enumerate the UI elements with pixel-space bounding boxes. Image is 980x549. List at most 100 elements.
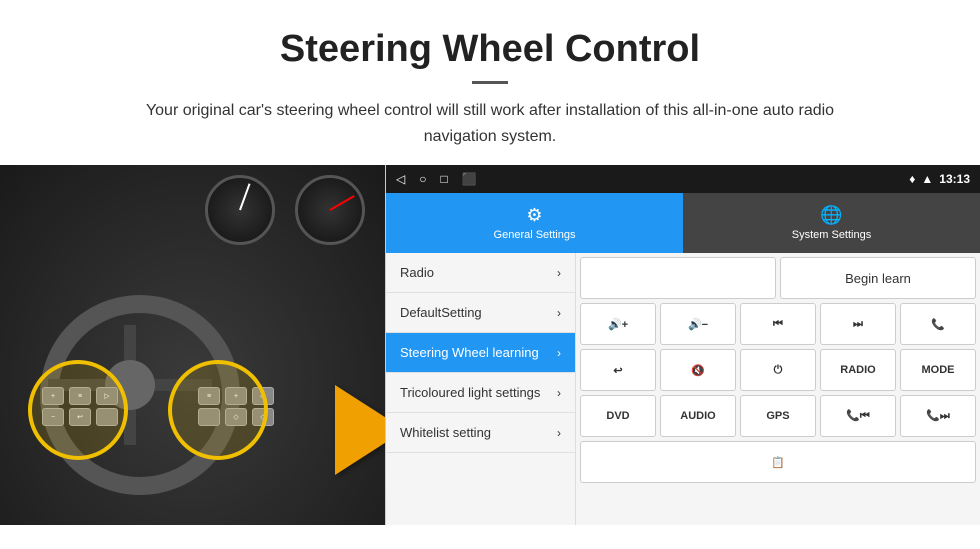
tab-system-label: System Settings	[792, 229, 871, 241]
header-divider	[472, 81, 508, 84]
next-track-icon: ⏭	[853, 318, 863, 331]
time-display: 13:13	[939, 172, 970, 186]
page-wrapper: Steering Wheel Control Your original car…	[0, 0, 980, 525]
list-button[interactable]: 📋	[580, 441, 976, 483]
menu-item-radio-label: Radio	[400, 265, 434, 280]
phone-prev-button[interactable]: 📞⏮	[820, 395, 896, 437]
menu-item-default-label: DefaultSetting	[400, 305, 482, 320]
tab-general-settings[interactable]: ⚙ General Settings	[386, 193, 683, 253]
control-row-1: Begin learn	[580, 257, 976, 299]
chevron-icon-tricoloured: ›	[557, 386, 561, 400]
back-call-button[interactable]: ↩	[580, 349, 656, 391]
menu-item-default[interactable]: DefaultSetting ›	[386, 293, 575, 333]
sw-btn-12: ◇	[252, 408, 274, 426]
recent-icon: □	[440, 172, 447, 186]
menu-item-tricoloured[interactable]: Tricoloured light settings ›	[386, 373, 575, 413]
mute-button[interactable]: 🔇	[660, 349, 736, 391]
sw-btn-3: ▷	[96, 387, 118, 405]
empty-input-box	[580, 257, 776, 299]
back-call-icon: ↩	[613, 364, 622, 377]
audio-button[interactable]: AUDIO	[660, 395, 736, 437]
gps-button[interactable]: GPS	[740, 395, 816, 437]
dvd-button[interactable]: DVD	[580, 395, 656, 437]
control-panel: Begin learn 🔊+ 🔊− ⏮	[576, 253, 980, 525]
next-track-button[interactable]: ⏭	[820, 303, 896, 345]
status-bar-left: ◁ ○ □ ⬛	[396, 172, 477, 186]
menu-icon: ⬛	[462, 172, 477, 186]
phone-prev-icon: 📞⏮	[846, 409, 870, 423]
phone-button[interactable]: 📞	[900, 303, 976, 345]
page-title: Steering Wheel Control	[60, 28, 920, 71]
big-arrow	[335, 385, 385, 475]
menu-item-whitelist[interactable]: Whitelist setting ›	[386, 413, 575, 453]
location-icon: ♦	[909, 172, 915, 186]
signal-icon: ▲	[921, 172, 933, 186]
main-content: + ≡ ▷ − ↩ ≡ + ◇ ◇ ◇	[0, 165, 980, 525]
tab-bar: ⚙ General Settings 🌐 System Settings	[386, 193, 980, 253]
menu-item-radio[interactable]: Radio ›	[386, 253, 575, 293]
volume-up-button[interactable]: 🔊+	[580, 303, 656, 345]
phone-next-icon: 📞⏭	[926, 409, 950, 423]
control-row-3: ↩ 🔇 ⏻ RADIO MODE	[580, 349, 976, 391]
gps-label: GPS	[766, 410, 789, 422]
arrow-overlay	[335, 385, 385, 475]
android-panel: ◁ ○ □ ⬛ ♦ ▲ 13:13 ⚙ General Settings	[385, 165, 980, 525]
power-icon: ⏻	[774, 364, 783, 377]
header-subtitle: Your original car's steering wheel contr…	[110, 98, 870, 149]
radio-button[interactable]: RADIO	[820, 349, 896, 391]
mode-label: MODE	[922, 364, 955, 376]
sw-btn-11: ◇	[225, 408, 247, 426]
btn-cluster-left: + ≡ ▷ − ↩	[42, 387, 120, 426]
volume-down-button[interactable]: 🔊−	[660, 303, 736, 345]
sw-btn-2: ≡	[69, 387, 91, 405]
btn-cluster-right: ≡ + ◇ ◇ ◇	[198, 387, 276, 426]
menu-list: Radio › DefaultSetting › Steering Wheel …	[386, 253, 576, 525]
home-icon: ○	[419, 172, 426, 186]
chevron-icon-radio: ›	[557, 266, 561, 280]
sw-btn-6	[96, 408, 118, 426]
mode-button[interactable]: MODE	[900, 349, 976, 391]
control-row-5: 📋	[580, 441, 976, 483]
chevron-icon-steering: ›	[557, 346, 561, 360]
sw-btn-1: +	[42, 387, 64, 405]
sw-btn-5: ↩	[69, 408, 91, 426]
sw-btn-8: +	[225, 387, 247, 405]
volume-up-icon: 🔊+	[608, 318, 628, 331]
gauge-speed	[205, 175, 275, 245]
tab-general-label: General Settings	[494, 229, 576, 241]
control-row-4: DVD AUDIO GPS 📞⏮ 📞⏭	[580, 395, 976, 437]
volume-down-icon: 🔊−	[688, 318, 708, 331]
dvd-label: DVD	[606, 410, 629, 422]
chevron-icon-default: ›	[557, 306, 561, 320]
gauge-needle-1	[239, 184, 250, 211]
prev-track-button[interactable]: ⏮	[740, 303, 816, 345]
begin-learn-button[interactable]: Begin learn	[780, 257, 976, 299]
sw-btn-9: ◇	[252, 387, 274, 405]
gauge-needle-2	[330, 195, 355, 211]
steering-bg: + ≡ ▷ − ↩ ≡ + ◇ ◇ ◇	[0, 165, 385, 525]
phone-next-button[interactable]: 📞⏭	[900, 395, 976, 437]
control-row-2: 🔊+ 🔊− ⏮ ⏭ 📞	[580, 303, 976, 345]
mute-icon: 🔇	[691, 364, 705, 377]
general-settings-icon: ⚙	[526, 205, 542, 226]
sw-btn-7: ≡	[198, 387, 220, 405]
menu-item-steering-label: Steering Wheel learning	[400, 345, 539, 360]
power-button[interactable]: ⏻	[740, 349, 816, 391]
status-bar-right: ♦ ▲ 13:13	[909, 172, 970, 186]
prev-track-icon: ⏮	[773, 318, 783, 331]
audio-label: AUDIO	[680, 410, 715, 422]
menu-item-whitelist-label: Whitelist setting	[400, 425, 491, 440]
radio-label: RADIO	[840, 364, 875, 376]
tab-system-settings[interactable]: 🌐 System Settings	[683, 193, 980, 253]
menu-item-tricoloured-label: Tricoloured light settings	[400, 385, 540, 400]
chevron-icon-whitelist: ›	[557, 426, 561, 440]
list-icon: 📋	[771, 456, 785, 469]
menu-item-steering[interactable]: Steering Wheel learning ›	[386, 333, 575, 373]
sw-btn-10	[198, 408, 220, 426]
back-icon: ◁	[396, 172, 405, 186]
header: Steering Wheel Control Your original car…	[0, 0, 980, 165]
system-settings-icon: 🌐	[820, 205, 842, 226]
status-bar: ◁ ○ □ ⬛ ♦ ▲ 13:13	[386, 165, 980, 193]
sw-btn-4: −	[42, 408, 64, 426]
car-image-area: + ≡ ▷ − ↩ ≡ + ◇ ◇ ◇	[0, 165, 385, 525]
